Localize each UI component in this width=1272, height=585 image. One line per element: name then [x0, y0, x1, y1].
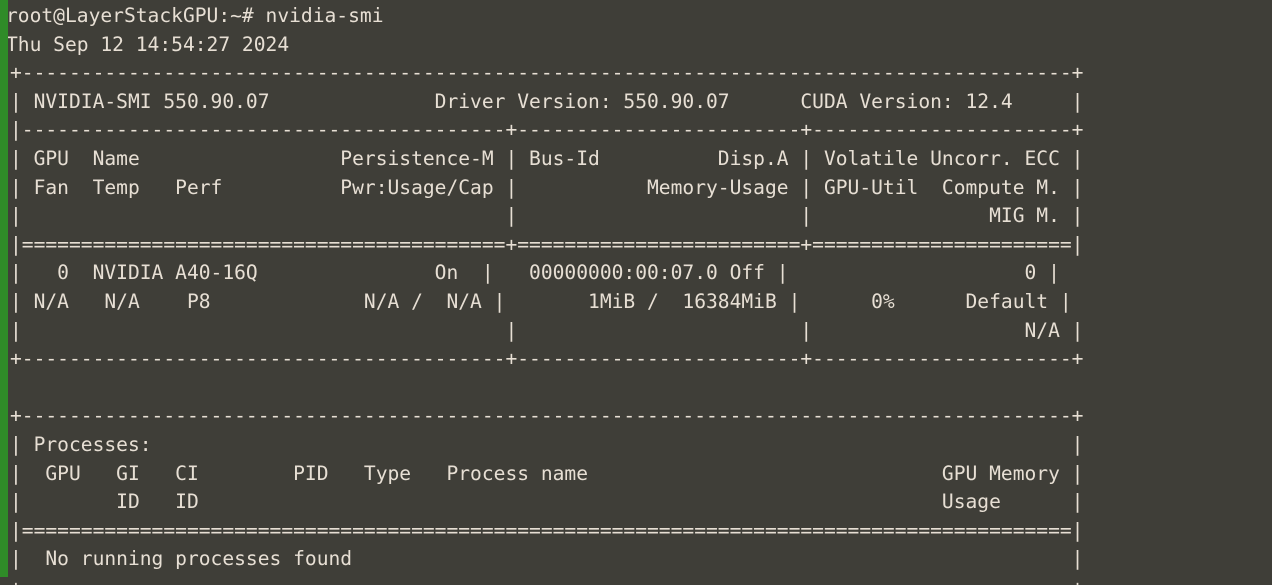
column-header-row-1: | GPU Name Persistence-M | Bus-Id Disp.A… — [10, 146, 1084, 170]
gpu-row-line-1: | 0 NVIDIA A40-16Q On | 00000000:00:07.0… — [10, 261, 1060, 285]
nvidia-smi-timestamp: Thu Sep 12 14:54:27 2024 — [6, 32, 290, 56]
header-body-separator: |=======================================… — [10, 232, 1084, 256]
column-header-row-2: | Fan Temp Perf Pwr:Usage/Cap | Memory-U… — [10, 175, 1084, 199]
processes-top-border: +---------------------------------------… — [10, 404, 1084, 428]
column-header-row-3: | | | MIG M. | — [10, 204, 1084, 228]
version-header-separator: |---------------------------------------… — [10, 118, 1084, 142]
processes-bottom-border: +---------------------------------------… — [0, 574, 1272, 585]
terminal-screen[interactable]: root@LayerStackGPU:~# nvidia-smi Thu Sep… — [0, 0, 1272, 585]
shell-prompt-line: root@LayerStackGPU:~# nvidia-smi — [6, 4, 384, 27]
blank-spacer-line — [0, 374, 1272, 403]
gpu-row-line-3: | | | N/A | — [10, 318, 1084, 342]
processes-empty-message: | No running processes found | — [10, 547, 1084, 571]
gpu-row-line-2: | N/A N/A P8 N/A / N/A | 1MiB / 16384MiB… — [10, 289, 1072, 313]
terminal-edge-stripe — [0, 0, 8, 577]
processes-header-row-2: | ID ID Usage | — [10, 490, 1084, 514]
terminal-window[interactable]: root@LayerStackGPU:~# nvidia-smi Thu Sep… — [0, 0, 1272, 585]
processes-section-title: | Processes: | — [10, 432, 1084, 456]
processes-header-row-1: | GPU GI CI PID Type Process name GPU Me… — [10, 461, 1084, 485]
smi-version-row: | NVIDIA-SMI 550.90.07 Driver Version: 5… — [10, 89, 1084, 113]
processes-header-separator: |=======================================… — [10, 518, 1084, 542]
gpu-table-bottom-border: +---------------------------------------… — [10, 347, 1084, 371]
table-top-border: +---------------------------------------… — [10, 61, 1084, 85]
